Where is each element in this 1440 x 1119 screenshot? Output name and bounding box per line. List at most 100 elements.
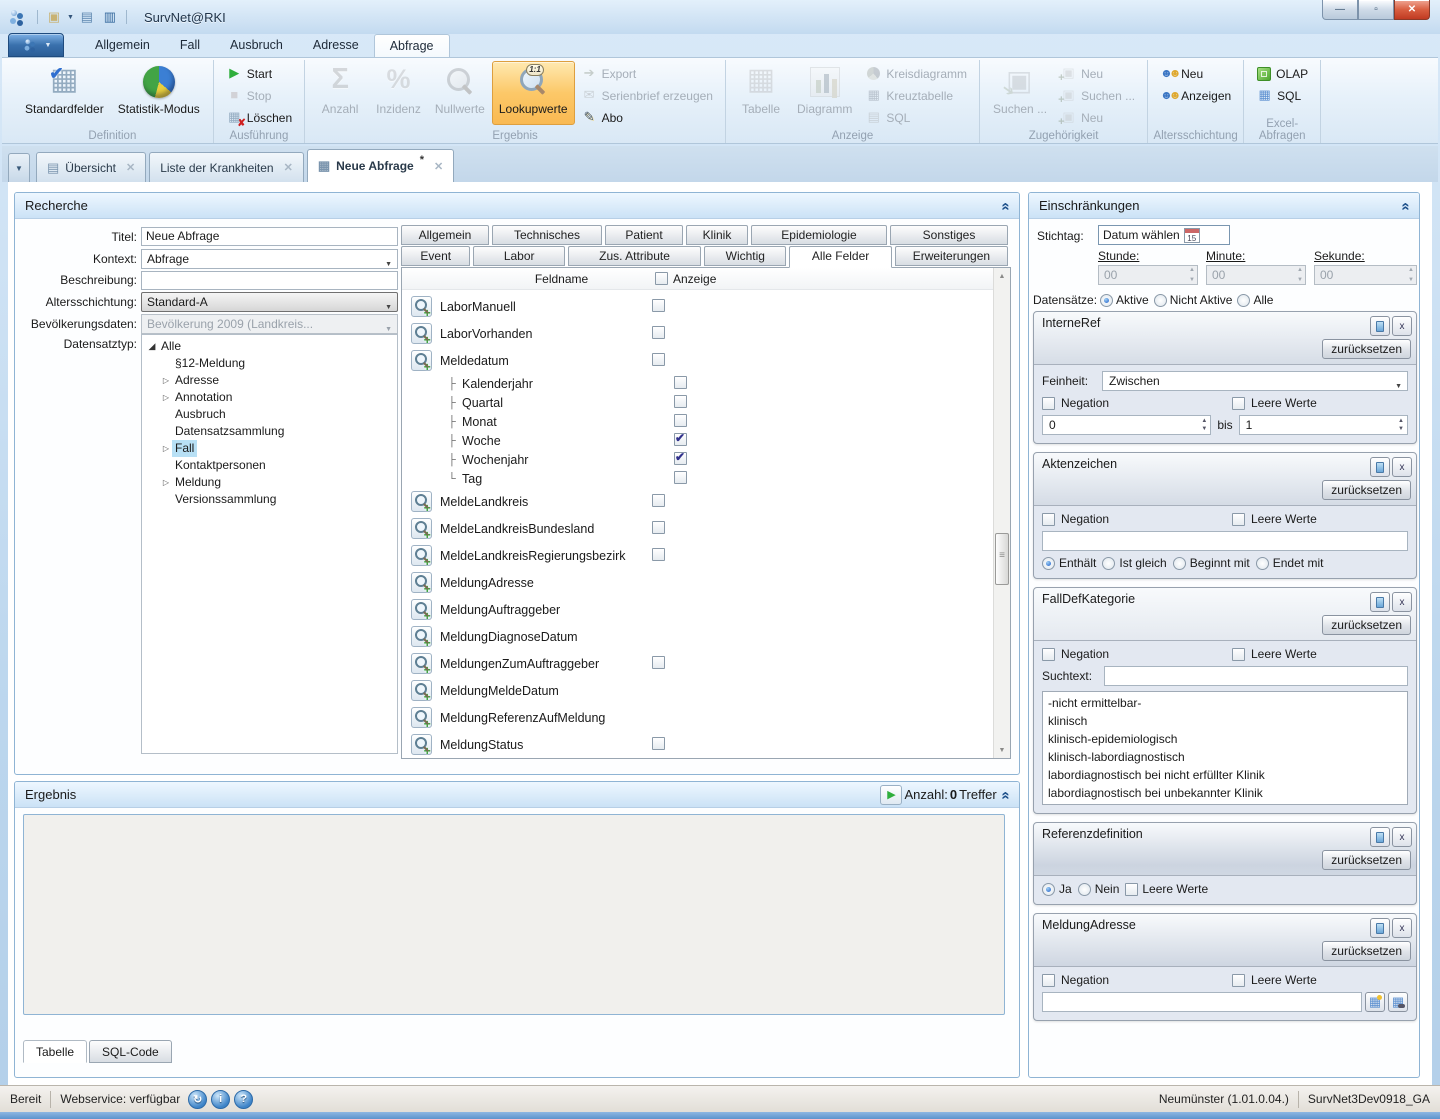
ribbon-tab-ausbruch[interactable]: Ausbruch <box>215 34 298 56</box>
add-constraint-button[interactable]: + <box>411 680 432 701</box>
application-menu-button[interactable]: ▼ <box>8 33 64 57</box>
field-tab-erweiterungen[interactable]: Erweiterungen <box>895 246 1008 266</box>
ribbon-sql-button[interactable]: SQL <box>1250 85 1314 106</box>
beschreibung-input[interactable] <box>141 271 398 290</box>
collapse-chevron-icon[interactable]: « <box>1397 202 1414 208</box>
adresse-text-input[interactable] <box>1042 992 1362 1012</box>
ribbon-start-button[interactable]: Start <box>220 63 298 84</box>
tree-expanded-icon[interactable]: ◢ <box>146 338 158 355</box>
anzeige-checkbox[interactable] <box>652 494 665 507</box>
field-tab-event[interactable]: Event <box>401 246 470 266</box>
field-tab-alle-felder[interactable]: Alle Felder <box>789 246 891 268</box>
scrollbar-thumb[interactable] <box>995 533 1009 585</box>
kategorie-option[interactable]: labordiagnostisch bei unbekannter Klinik <box>1048 784 1402 802</box>
kategorie-option[interactable]: klinisch <box>1048 712 1402 730</box>
add-constraint-button[interactable]: + <box>411 734 432 755</box>
field-tab-wichtig[interactable]: Wichtig <box>704 246 786 266</box>
add-constraint-button[interactable]: + <box>411 296 432 317</box>
add-constraint-button[interactable]: + <box>411 350 432 371</box>
anzeige-checkbox[interactable] <box>674 452 687 465</box>
kategorie-option[interactable]: -nicht ermittelbar- <box>1048 694 1402 712</box>
package-icon[interactable] <box>44 8 64 27</box>
export-save-icon[interactable] <box>77 8 97 27</box>
ribbon-standardfelder-button[interactable]: Standardfelder <box>18 61 111 125</box>
add-constraint-button[interactable]: + <box>411 323 432 344</box>
leere-werte-checkbox[interactable] <box>1232 974 1245 987</box>
match-radio-ist-gleich[interactable] <box>1102 557 1115 570</box>
kategorie-option[interactable]: labordiagnostisch bei nicht erfüllter Kl… <box>1048 766 1402 784</box>
doc-tab-liste-der-krankheiten[interactable]: Liste der Krankheiten✕ <box>149 152 304 182</box>
referenz-radio-ja[interactable] <box>1042 883 1055 896</box>
field-tab-klinik[interactable]: Klinik <box>686 225 748 245</box>
close-constraint-button[interactable]: x <box>1392 592 1412 612</box>
minute-spinner[interactable]: 00▲▼ <box>1206 265 1306 285</box>
doc-tab-list-button[interactable]: ▼ <box>8 153 30 182</box>
tree-item-datensatzsammlung[interactable]: Datensatzsammlung <box>142 423 397 440</box>
zuruecksetzen-button[interactable]: zurücksetzen <box>1322 480 1411 500</box>
zuruecksetzen-button[interactable]: zurücksetzen <box>1322 339 1411 359</box>
match-radio-endet-mit[interactable] <box>1256 557 1269 570</box>
ribbon-abo-button[interactable]: Abo <box>575 107 719 128</box>
field-tab-patient[interactable]: Patient <box>605 225 683 245</box>
referenz-radio-nein[interactable] <box>1078 883 1091 896</box>
match-radio-enthält[interactable] <box>1042 557 1055 570</box>
kategorie-option[interactable]: klinisch-labordiagnostisch <box>1048 748 1402 766</box>
close-constraint-button[interactable]: x <box>1392 316 1412 336</box>
datensaetze-radio-aktive[interactable] <box>1100 294 1113 307</box>
vertical-scrollbar[interactable]: ▲ ▼ <box>993 268 1010 758</box>
result-tab-tabelle[interactable]: Tabelle <box>23 1040 87 1063</box>
ribbon-anzeigen-button[interactable]: Anzeigen <box>1154 85 1237 106</box>
von-spinner[interactable]: 0▲▼ <box>1042 415 1211 435</box>
collapse-chevron-icon[interactable]: « <box>997 202 1014 208</box>
anzeige-checkbox[interactable] <box>674 433 687 446</box>
anzeige-checkbox[interactable] <box>652 737 665 750</box>
close-constraint-button[interactable]: x <box>1392 918 1412 938</box>
close-button[interactable]: ✕ <box>1394 0 1430 20</box>
tree-item-alle[interactable]: ◢Alle <box>142 338 397 355</box>
field-tab-sonstiges[interactable]: Sonstiges <box>890 225 1008 245</box>
kategorie-option[interactable]: klinisch-epidemiologisch <box>1048 730 1402 748</box>
close-constraint-button[interactable]: x <box>1392 457 1412 477</box>
sekunde-spinner[interactable]: 00▲▼ <box>1314 265 1417 285</box>
aktenzeichen-text-input[interactable] <box>1042 531 1408 551</box>
add-constraint-button[interactable]: + <box>411 707 432 728</box>
add-constraint-button[interactable]: + <box>411 626 432 647</box>
anzeige-checkbox[interactable] <box>652 326 665 339</box>
chevron-down-icon[interactable]: ▼ <box>67 14 74 21</box>
ribbon-lookupwerte-button[interactable]: 1:1Lookupwerte <box>492 61 575 125</box>
tree-item-kontaktpersonen[interactable]: Kontaktpersonen <box>142 457 397 474</box>
collapse-chevron-icon[interactable]: « <box>997 791 1014 797</box>
feinheit-select[interactable]: Zwischen <box>1102 371 1408 391</box>
tree-item-meldung[interactable]: ▷Meldung <box>142 474 397 491</box>
field-tab-zus-attribute[interactable]: Zus. Attribute <box>568 246 701 266</box>
altersschichtung-select[interactable]: Standard-A <box>141 292 398 312</box>
anzeige-checkbox[interactable] <box>652 299 665 312</box>
doc-tab-übersicht[interactable]: ▤Übersicht✕ <box>36 152 146 182</box>
minimize-button[interactable]: — <box>1322 0 1358 20</box>
close-icon[interactable]: ✕ <box>284 161 293 174</box>
leere-werte-checkbox[interactable] <box>1125 883 1138 896</box>
negation-checkbox[interactable] <box>1042 513 1055 526</box>
field-tab-epidemiologie[interactable]: Epidemiologie <box>751 225 887 245</box>
ribbon-tab-fall[interactable]: Fall <box>165 34 215 56</box>
zuruecksetzen-button[interactable]: zurücksetzen <box>1322 941 1411 961</box>
bis-spinner[interactable]: 1▲▼ <box>1239 415 1408 435</box>
tree-item-adresse[interactable]: ▷Adresse <box>142 372 397 389</box>
anzeige-checkbox[interactable] <box>652 656 665 669</box>
tree-item-fall[interactable]: ▷Fall <box>142 440 397 457</box>
suchtext-input[interactable] <box>1104 666 1408 686</box>
anzeige-checkbox[interactable] <box>652 548 665 561</box>
calendar-icon[interactable]: 15 <box>1184 228 1200 243</box>
leere-werte-checkbox[interactable] <box>1232 513 1245 526</box>
leere-werte-checkbox[interactable] <box>1232 648 1245 661</box>
add-constraint-button[interactable]: + <box>411 518 432 539</box>
zuruecksetzen-button[interactable]: zurücksetzen <box>1322 850 1411 870</box>
tree-item-12-meldung[interactable]: §12-Meldung <box>142 355 397 372</box>
tree-item-ausbruch[interactable]: Ausbruch <box>142 406 397 423</box>
negation-checkbox[interactable] <box>1042 397 1055 410</box>
minimize-constraint-button[interactable] <box>1370 918 1390 938</box>
add-constraint-button[interactable]: + <box>411 491 432 512</box>
add-constraint-button[interactable]: + <box>411 545 432 566</box>
tree-collapsed-icon[interactable]: ▷ <box>160 372 172 389</box>
negation-checkbox[interactable] <box>1042 974 1055 987</box>
